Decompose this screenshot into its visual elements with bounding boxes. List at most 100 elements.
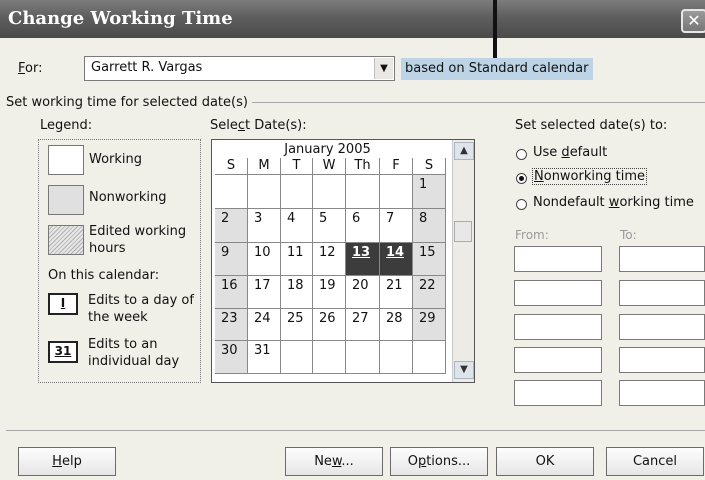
calendar-empty-cell [313,341,346,374]
calendar-day-header: F [380,158,413,175]
calendar-day[interactable]: 8 [413,209,446,243]
from-time-input[interactable] [514,280,602,306]
calendar-day-header: Th [346,158,380,175]
calendar-day[interactable]: 11 [281,243,313,276]
for-label: For: [18,61,43,76]
window-title: Change Working Time [8,8,233,29]
calendar-day[interactable]: 15 [413,243,446,276]
calendar-day[interactable]: 3 [248,209,281,243]
radio-button[interactable] [516,149,527,160]
to-time-input[interactable] [619,314,705,340]
calendar-empty-cell [281,341,313,374]
calendar-day[interactable]: 24 [248,309,281,341]
chevron-down-icon: ▼ [460,364,468,375]
calendar-day[interactable]: 5 [313,209,346,243]
calendar-day[interactable]: 16 [215,276,248,309]
calendar-day[interactable]: 25 [281,309,313,341]
calendar-day[interactable]: 6 [346,209,380,243]
calendar-day[interactable]: 2 [215,209,248,243]
calendar-day[interactable]: 14 [380,243,413,276]
calendar-day[interactable]: 27 [346,309,380,341]
to-time-input[interactable] [619,246,705,272]
resource-value: Garrett R. Vargas [91,60,203,75]
calendar-scrollbar[interactable]: ▲ ▼ [452,140,474,382]
help-button[interactable]: Help [18,447,116,476]
bottom-divider [6,430,705,431]
calendar-day[interactable]: 17 [248,276,281,309]
calendar-day[interactable]: 26 [313,309,346,341]
radio-option-label[interactable]: Nonworking time [532,168,647,185]
legend-nonworking: Nonworking [89,190,167,205]
calendar-day[interactable]: 22 [413,276,446,309]
from-time-input[interactable] [514,347,602,373]
on-this-calendar-label: On this calendar: [48,268,160,283]
calendar-empty-cell [346,341,380,374]
from-time-input[interactable] [514,314,602,340]
calendar-day[interactable]: 18 [281,276,313,309]
calendar-empty-cell [281,175,313,209]
from-time-input[interactable] [514,380,602,406]
new-button[interactable]: New... [285,447,383,476]
nonworking-swatch [48,185,84,215]
legend-working: Working [89,152,143,167]
calendar-month-title: January 2005 [284,142,371,157]
to-time-input[interactable] [619,347,705,373]
day-of-week-edit-icon: I [48,293,78,315]
group-divider [252,102,705,103]
calendar-day-header: M [248,158,281,175]
set-selected-title: Set selected date(s) to: [515,118,668,133]
radio-button[interactable] [516,199,527,210]
calendar-day[interactable]: 4 [281,209,313,243]
calendar-day[interactable]: 30 [215,341,248,374]
radio-option-label[interactable]: Nondefault working time [533,195,694,210]
calendar-empty-cell [346,175,380,209]
from-time-input[interactable] [514,246,602,272]
calendar-day-header: W [313,158,346,175]
chevron-up-icon: ▲ [460,145,468,156]
calendar-day-header: T [281,158,313,175]
calendar-empty-cell [380,175,413,209]
close-button[interactable]: ✕ [681,9,705,33]
calendar-day[interactable]: 20 [346,276,380,309]
working-swatch [48,145,84,175]
scroll-thumb[interactable] [454,221,472,242]
legend-edited-hours: Edited working hours [89,224,187,256]
options-button[interactable]: Options... [390,447,488,476]
from-label: From: [515,228,549,242]
calendar-empty-cell [313,175,346,209]
ok-button[interactable]: OK [496,447,594,476]
to-label: To: [620,228,637,242]
calendar-day[interactable]: 28 [380,309,413,341]
group-title: Set working time for selected date(s) [6,95,248,110]
cancel-button[interactable]: Cancel [606,447,704,476]
select-dates-label: Select Date(s): [210,118,307,133]
radio-option-label[interactable]: Use default [533,145,607,160]
calendar-day[interactable]: 19 [313,276,346,309]
calendar-day[interactable]: 1 [413,175,446,209]
calendar-empty-cell [215,175,248,209]
calendar-grid[interactable]: January 2005 S M T W Th F S 1 2 3 4 5 6 7 8 9 10 11 12 13 14… [211,139,475,383]
calendar-day[interactable]: 7 [380,209,413,243]
legend-title: Legend: [40,118,93,133]
calendar-day[interactable]: 13 [346,243,380,276]
resource-combobox[interactable]: Garrett R. Vargas ▼ [84,56,395,81]
based-on-calendar-label: based on Standard calendar [401,58,593,80]
legend-edits-individual-day: Edits to an individual day [88,337,180,369]
legend-edits-day-of-week: Edits to a day of the week [88,293,194,325]
to-time-input[interactable] [619,280,705,306]
calendar-day[interactable]: 12 [313,243,346,276]
calendar-day[interactable]: 23 [215,309,248,341]
calendar-day[interactable]: 31 [248,341,281,374]
to-time-input[interactable] [619,380,705,406]
radio-button[interactable] [516,173,527,184]
calendar-day[interactable]: 9 [215,243,248,276]
calendar-day[interactable]: 29 [413,309,446,341]
scroll-down-button[interactable]: ▼ [454,361,474,379]
dropdown-button[interactable]: ▼ [374,58,393,79]
scroll-up-button[interactable]: ▲ [454,142,474,160]
calendar-day[interactable]: 21 [380,276,413,309]
individual-day-edit-icon: 31 [48,341,78,363]
calendar-empty-cell [248,175,281,209]
close-icon: ✕ [687,11,701,30]
calendar-day[interactable]: 10 [248,243,281,276]
